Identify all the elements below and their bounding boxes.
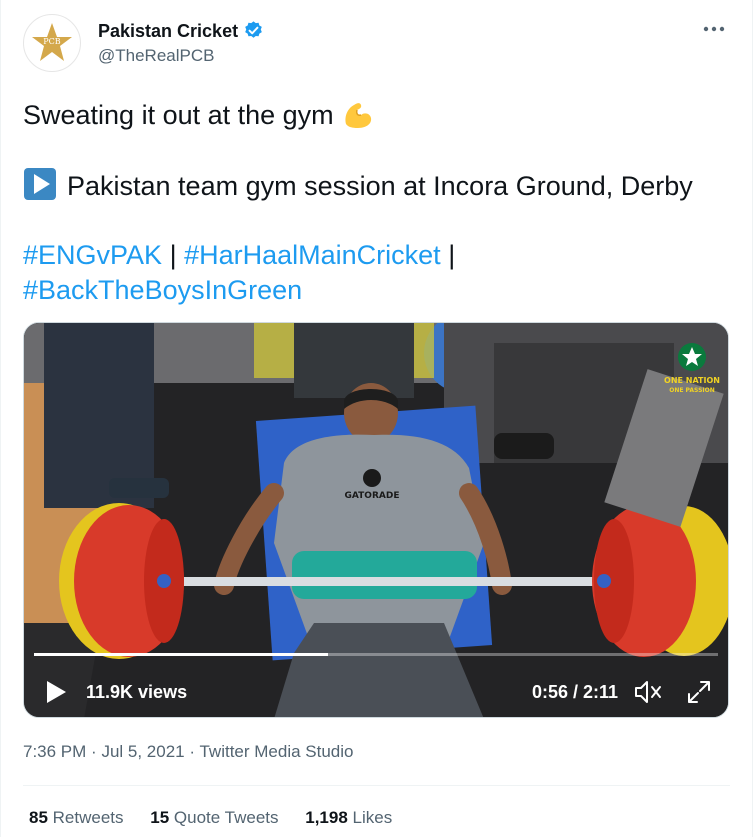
account-handle[interactable]: @TheRealPCB (98, 46, 214, 66)
account-avatar[interactable]: PCB (23, 14, 81, 72)
quote-tweets-count: 15 (150, 808, 170, 827)
badge-line-2: ONE PASSION (669, 387, 715, 394)
verified-badge-icon (245, 21, 262, 38)
play-icon[interactable] (44, 679, 68, 705)
more-options-icon[interactable] (701, 19, 727, 39)
retweets-count: 85 (29, 808, 48, 827)
badge-line-1: ONE NATION (664, 376, 720, 385)
meta-dot: · (91, 742, 97, 761)
tweet-text-line-1: Sweating it out at the gym (23, 96, 376, 132)
tweet-text-session: Pakistan team gym session at Incora Grou… (67, 171, 693, 201)
mute-icon[interactable] (633, 679, 663, 705)
tweet-card: PCB Pakistan Cricket @TheRealPCB Sweatin… (0, 0, 753, 837)
tweet-stats: 85 Retweets 15 Quote Tweets 1,198 Likes (29, 808, 414, 828)
hashtag-engvpak[interactable]: #ENGvPAK (23, 240, 162, 270)
fullscreen-expand-icon[interactable] (686, 679, 712, 705)
likes-count: 1,198 (305, 808, 348, 827)
flexed-biceps-icon (345, 103, 371, 128)
tweet-text-line-2: Pakistan team gym session at Incora Grou… (23, 167, 693, 203)
quote-tweets-stat[interactable]: 15 Quote Tweets (150, 808, 278, 827)
shirt-brand-text: GATORADE (345, 491, 400, 501)
tweet-hashtags-line-1: #ENGvPAK | #HarHaalMainCricket | (23, 238, 455, 272)
svg-text:PCB: PCB (43, 37, 61, 46)
hashtag-separator: | (169, 240, 177, 270)
hashtag-backtheboysingreen[interactable]: #BackTheBoysInGreen (23, 275, 302, 305)
tweet-hashtags-line-2: #BackTheBoysInGreen (23, 273, 302, 307)
hashtag-separator: | (448, 240, 456, 270)
quote-tweets-label: Quote Tweets (173, 808, 279, 827)
retweets-stat[interactable]: 85 Retweets (29, 808, 124, 827)
hashtag-harhaalmaincricket[interactable]: #HarHaalMainCricket (184, 240, 441, 270)
meta-dot: · (189, 742, 196, 761)
tweet-time[interactable]: 7:36 PM (23, 742, 86, 761)
retweets-label: Retweets (52, 808, 124, 827)
view-count: 11.9K views (86, 682, 188, 702)
pcb-star-logo-icon: PCB (32, 23, 72, 61)
video-timestamp: 0:56 / 2:11 (532, 682, 619, 702)
tweet-date[interactable]: Jul 5, 2021 (101, 742, 184, 761)
divider (23, 785, 730, 786)
play-button-emoji-icon (24, 168, 56, 200)
one-nation-badge-icon: ONE NATION ONE PASSION (664, 343, 720, 394)
tweet-source[interactable]: Twitter Media Studio (199, 742, 353, 761)
tweet-text-gym: Sweating it out at the gym (23, 100, 334, 130)
video-player[interactable]: GATORADE ONE NATION ONE PASSION 11.9K vi… (23, 322, 729, 718)
tweet-metadata: 7:36 PM · Jul 5, 2021 · Twitter Media St… (23, 742, 353, 762)
video-progress-fill (34, 653, 329, 656)
likes-label: Likes (352, 808, 393, 827)
account-name[interactable]: Pakistan Cricket (98, 21, 238, 42)
video-progress-bar[interactable] (34, 653, 718, 656)
video-frame: GATORADE (24, 323, 728, 717)
likes-stat[interactable]: 1,198 Likes (305, 808, 392, 827)
